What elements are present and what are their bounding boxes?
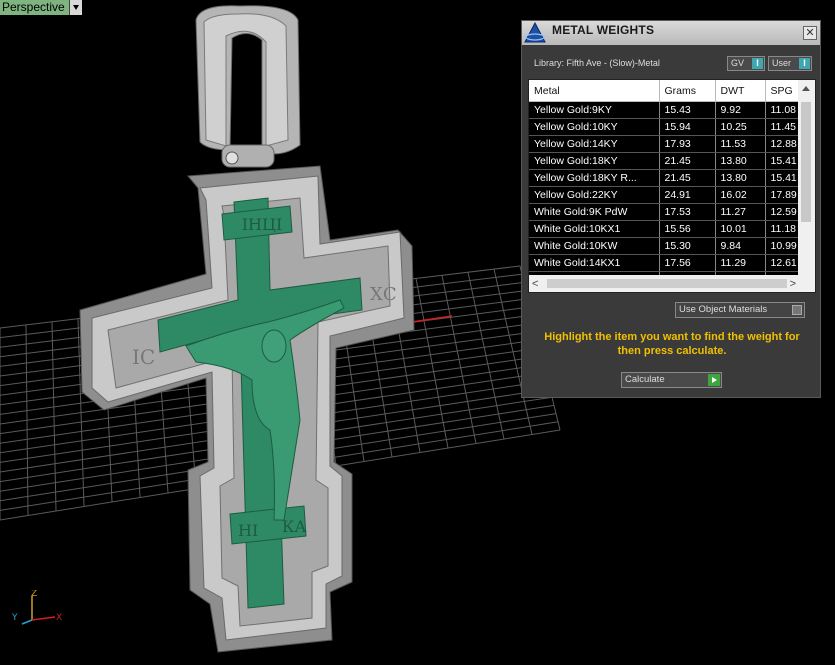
cell-dwt[interactable]: 10.01 (715, 220, 766, 238)
scroll-left-icon[interactable]: < (532, 279, 538, 290)
panel-title: METAL WEIGHTS (552, 23, 655, 37)
table-header-row: Metal Grams DWT SPG (529, 80, 815, 102)
cell-grams[interactable]: 17.56 (659, 254, 716, 272)
checkbox-icon[interactable] (792, 305, 802, 315)
cell-dwt[interactable]: 11.29 (715, 254, 766, 272)
close-icon[interactable]: ✕ (803, 26, 817, 40)
table-row[interactable]: Yellow Gold:14KY 17.93 11.53 12.88 (529, 135, 815, 153)
calculate-button[interactable]: Calculate (621, 372, 722, 388)
cell-metal[interactable]: Yellow Gold:10KY (529, 118, 660, 136)
vertical-scrollbar[interactable] (798, 80, 815, 276)
engraving-ka: КА (282, 517, 307, 536)
instruction-text: Highlight the item you want to find the … (544, 331, 800, 357)
cell-metal[interactable]: White Gold:10KW (529, 237, 660, 255)
table-row[interactable]: Yellow Gold:18KY 21.45 13.80 15.41 (529, 152, 815, 170)
z-axis-label: Z (31, 590, 37, 599)
column-header-metal[interactable]: Metal (529, 80, 660, 102)
cell-dwt[interactable]: 16.02 (715, 186, 766, 204)
table-row[interactable]: White Gold:9K PdW 17.53 11.27 12.59 (529, 203, 815, 221)
viewport-dropdown-icon[interactable] (68, 0, 82, 15)
table-row[interactable]: White Gold:10KX1 15.56 10.01 11.18 (529, 220, 815, 238)
scroll-up-icon[interactable] (802, 86, 810, 91)
x-axis-label: X (56, 613, 62, 623)
table-row[interactable]: White Gold:10KW 15.30 9.84 10.99 (529, 237, 815, 255)
gv-toggle[interactable]: GV I (727, 56, 765, 71)
engraving-xc: ХС (370, 284, 397, 305)
scroll-right-icon[interactable]: > (790, 279, 796, 290)
vertical-scroll-thumb[interactable] (801, 102, 811, 222)
metal-weights-panel[interactable]: METAL WEIGHTS ✕ Library: Fifth Ave - (Sl… (521, 20, 821, 398)
cell-grams[interactable]: 15.94 (659, 118, 716, 136)
cell-grams[interactable]: 17.53 (659, 203, 716, 221)
horizontal-scroll-thumb[interactable] (547, 279, 787, 288)
cell-metal[interactable]: Yellow Gold:18KY R... (529, 169, 660, 187)
table-row[interactable]: Yellow Gold:18KY R... 21.45 13.80 15.41 (529, 169, 815, 187)
y-axis-label: Y (11, 613, 18, 623)
engraving-ni: НІ (238, 521, 258, 540)
cell-metal[interactable]: White Gold:9K PdW (529, 203, 660, 221)
cell-metal[interactable]: Yellow Gold:18KY (529, 152, 660, 170)
metal-weights-table[interactable]: Metal Grams DWT SPG Yellow Gold:9KY 15.43… (528, 79, 816, 293)
engraving-inci: ІНЦІ (242, 215, 283, 234)
viewport-name[interactable]: Perspective (0, 0, 69, 15)
cell-dwt[interactable]: 11.27 (715, 203, 766, 221)
table-row[interactable]: Yellow Gold:9KY 15.43 9.92 11.08 (529, 101, 815, 119)
cell-grams[interactable]: 15.30 (659, 237, 716, 255)
viewport-label[interactable]: Perspective (0, 0, 82, 15)
cell-grams[interactable]: 15.56 (659, 220, 716, 238)
cell-dwt[interactable]: 9.92 (715, 101, 766, 119)
use-object-materials-toggle[interactable]: Use Object Materials (675, 302, 805, 318)
play-arrow-icon[interactable] (708, 374, 720, 386)
panel-titlebar[interactable]: METAL WEIGHTS ✕ (522, 21, 820, 45)
cell-dwt[interactable]: 10.25 (715, 118, 766, 136)
x-axis-line (411, 315, 453, 323)
cell-dwt[interactable]: 13.80 (715, 169, 766, 187)
cell-metal[interactable]: White Gold:10KX1 (529, 220, 660, 238)
gv-toggle-label: GV (731, 58, 745, 68)
cell-dwt[interactable]: 11.53 (715, 135, 766, 153)
gv-toggle-indicator-icon: I (752, 58, 763, 69)
axis-gizmo: Z X Y (11, 590, 62, 625)
calculate-label: Calculate (625, 374, 665, 385)
library-label: Library: Fifth Ave - (Slow)-Metal (534, 58, 660, 68)
cell-metal[interactable]: White Gold:14KX1 (529, 254, 660, 272)
app-logo-icon (524, 22, 546, 43)
cell-dwt[interactable]: 9.84 (715, 237, 766, 255)
table-row[interactable]: Yellow Gold:10KY 15.94 10.25 11.45 (529, 118, 815, 136)
horizontal-scrollbar[interactable]: < > (529, 275, 815, 292)
engraving-ic: ІС (132, 345, 155, 369)
cell-grams[interactable]: 24.91 (659, 186, 716, 204)
column-header-dwt[interactable]: DWT (715, 80, 766, 102)
cell-metal[interactable]: Yellow Gold:9KY (529, 101, 660, 119)
user-toggle-label: User (772, 58, 792, 68)
use-object-materials-label: Use Object Materials (679, 304, 768, 315)
cell-grams[interactable]: 15.43 (659, 101, 716, 119)
column-header-grams[interactable]: Grams (659, 80, 716, 102)
table-row[interactable]: Yellow Gold:22KY 24.91 16.02 17.89 (529, 186, 815, 204)
cell-grams[interactable]: 17.93 (659, 135, 716, 153)
cell-dwt[interactable]: 13.80 (715, 152, 766, 170)
table-row[interactable]: White Gold:14KX1 17.56 11.29 12.61 (529, 254, 815, 272)
cell-grams[interactable]: 21.45 (659, 152, 716, 170)
user-toggle[interactable]: User I (768, 56, 812, 71)
cell-metal[interactable]: Yellow Gold:14KY (529, 135, 660, 153)
user-toggle-indicator-icon: I (799, 58, 810, 69)
cell-metal[interactable]: Yellow Gold:22KY (529, 186, 660, 204)
cross-pendant-model[interactable]: ІНЦІ ІС ХС НІ КА (79, 5, 415, 653)
cell-grams[interactable]: 21.45 (659, 169, 716, 187)
